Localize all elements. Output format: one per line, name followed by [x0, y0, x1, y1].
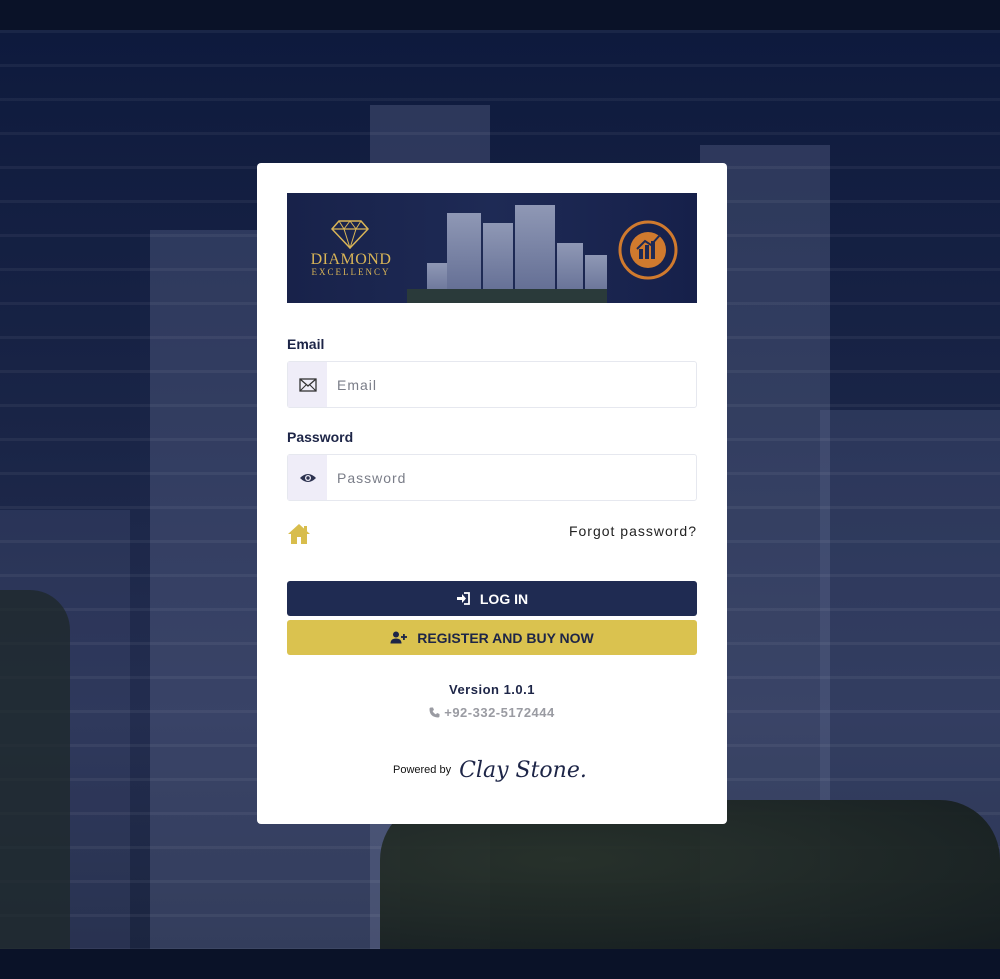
banner-greenery — [407, 289, 607, 303]
login-button[interactable]: LOG IN — [287, 581, 697, 616]
home-icon[interactable] — [287, 523, 311, 545]
brand-subname: EXCELLENCY — [311, 267, 391, 277]
brand-banner: DIAMOND EXCELLENCY — [287, 193, 697, 303]
password-label: Password — [287, 429, 354, 445]
email-label: Email — [287, 336, 325, 352]
claystone-logo: Clay Stone. — [459, 757, 587, 783]
password-input-group — [287, 454, 697, 501]
phone-contact: +92-332-5172444 — [257, 705, 727, 720]
envelope-icon — [288, 362, 327, 407]
bottom-strip — [0, 949, 1000, 979]
sign-in-icon — [456, 592, 470, 605]
email-input-group — [287, 361, 697, 408]
top-strip — [0, 0, 1000, 30]
phone-icon — [429, 707, 440, 718]
login-button-label: LOG IN — [479, 590, 529, 607]
claystone-seal-logo — [618, 220, 678, 280]
powered-by: Powered by Clay Stone. — [393, 750, 593, 790]
trees — [0, 590, 70, 949]
password-input[interactable] — [327, 455, 696, 500]
register-button[interactable]: REGISTER AND BUY NOW — [287, 620, 697, 655]
powered-by-label: Powered by — [393, 764, 452, 776]
version-text: Version 1.0.1 — [449, 682, 535, 697]
user-plus-icon — [390, 631, 408, 644]
phone-number: +92-332-5172444 — [444, 705, 555, 720]
email-input[interactable] — [327, 362, 696, 407]
register-button-label: REGISTER AND BUY NOW — [417, 629, 594, 646]
login-card: DIAMOND EXCELLENCY Email Password — [257, 163, 727, 824]
forgot-password-link[interactable]: Forgot password? — [569, 523, 697, 539]
eye-icon[interactable] — [288, 455, 327, 500]
diamond-logo-icon — [331, 220, 369, 249]
